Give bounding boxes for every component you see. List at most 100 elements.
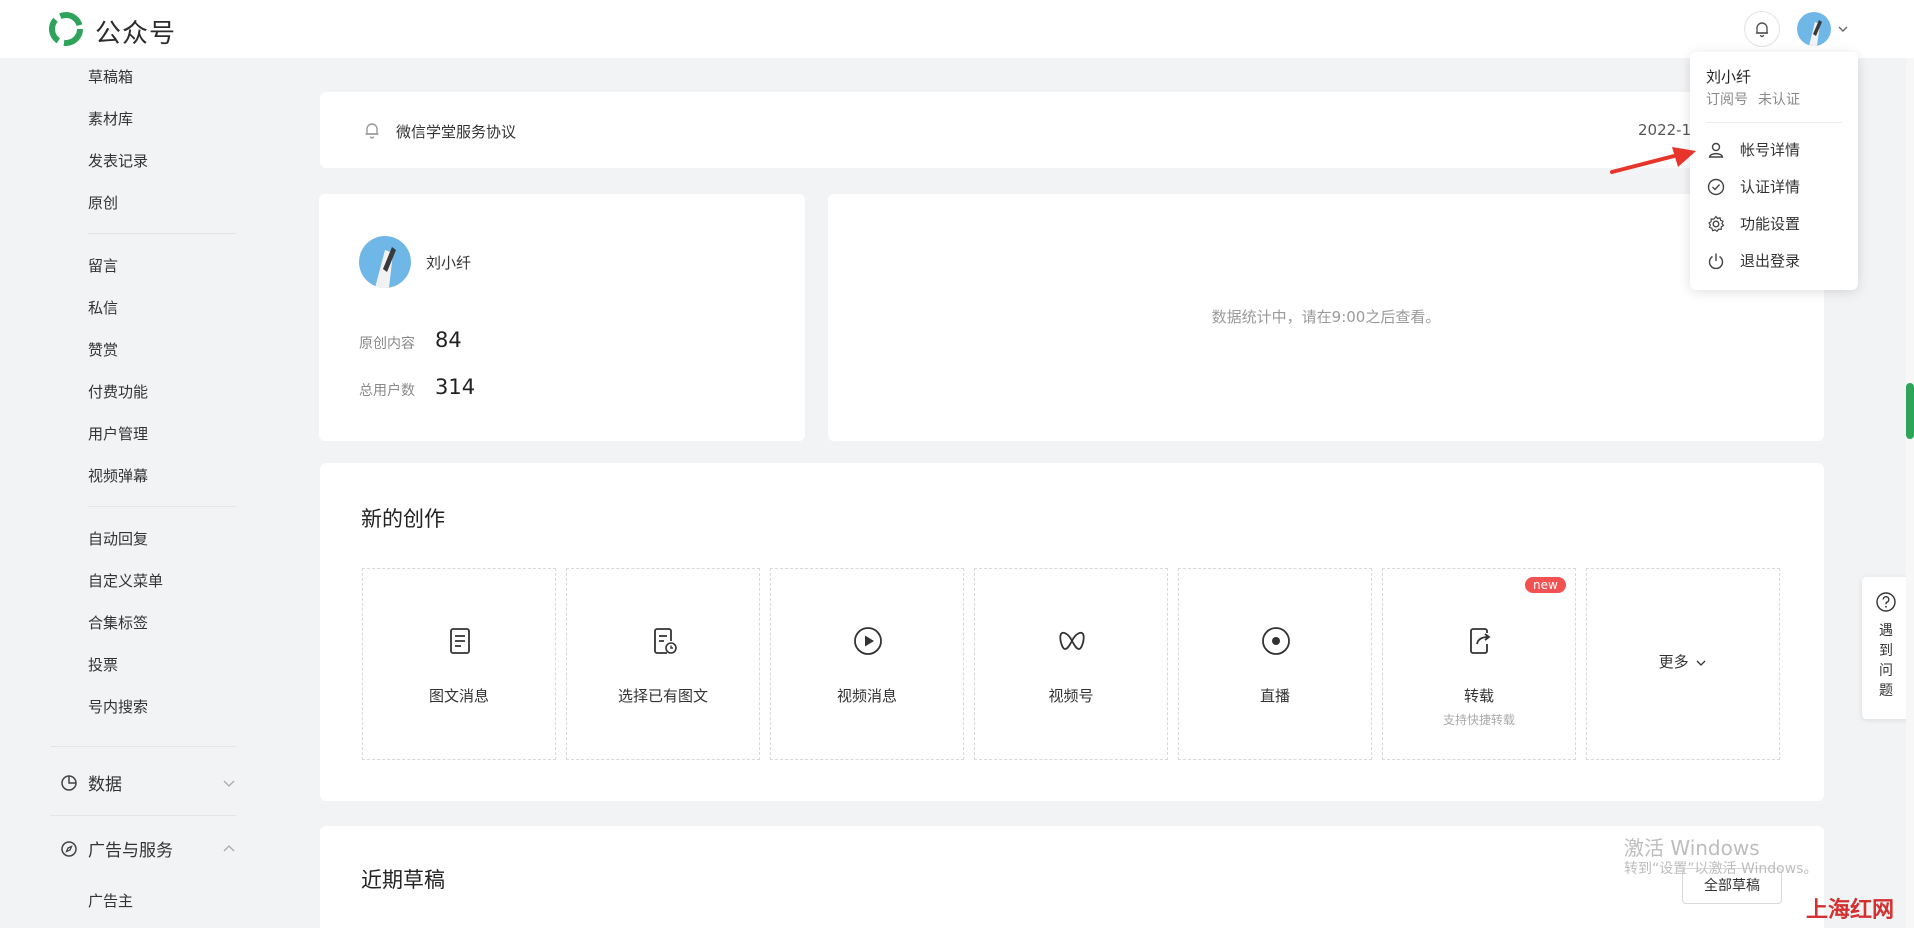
sidebar-section-label: 广告与服务 — [88, 841, 173, 861]
chevron-up-icon — [223, 844, 235, 851]
total-users-label: 总用户数 — [359, 383, 415, 399]
account-avatar[interactable] — [1797, 12, 1831, 46]
bell-icon — [1756, 22, 1768, 38]
wechat-official-logo-icon[interactable] — [48, 11, 84, 47]
sidebar-item-comments[interactable]: 留言 — [88, 255, 118, 276]
sidebar-section-data[interactable]: 数据 — [60, 770, 236, 795]
tile-label: 视频号 — [1048, 687, 1094, 705]
gear-icon — [1708, 215, 1725, 232]
menu-item-label: 帐号详情 — [1740, 141, 1801, 159]
tile-label: 选择已有图文 — [617, 687, 708, 705]
sidebar: 草稿箱 素材库 发表记录 原创 留言 私信 赞赏 付费功能 用户管理 视频弹幕 … — [0, 58, 290, 928]
new-badge: new — [1525, 577, 1566, 593]
sidebar-item-advertiser[interactable]: 广告主 — [88, 890, 133, 911]
annotation-arrow-icon — [1610, 147, 1696, 174]
sidebar-item-in-account-search[interactable]: 号内搜索 — [88, 696, 148, 717]
tile-label: 直播 — [1259, 687, 1290, 705]
brand-title: 公众号 — [95, 19, 177, 49]
original-content-value: 84 — [435, 328, 462, 352]
sidebar-item-auto-reply[interactable]: 自动回复 — [88, 528, 148, 549]
new-creation-card: 新的创作 图文消息 选择已有图文 视频消息 视频号 直播 new 转载 支持快捷… — [320, 463, 1824, 801]
share-out-icon — [1470, 628, 1491, 654]
dropdown-account-type: 订阅号 未认证 — [1706, 89, 1800, 109]
user-icon — [1708, 142, 1724, 158]
tile-label: 视频消息 — [836, 687, 897, 705]
menu-item-account-details[interactable]: 帐号详情 — [1706, 139, 1800, 160]
check-circle-icon — [1707, 178, 1725, 195]
sidebar-item-publish-records[interactable]: 发表记录 — [88, 150, 148, 171]
menu-item-label: 认证详情 — [1740, 178, 1801, 196]
account-name: 刘小纤 — [426, 254, 472, 272]
help-label: 遇到问题 — [1879, 623, 1893, 699]
sidebar-divider — [88, 506, 236, 507]
sidebar-divider — [88, 233, 236, 234]
stats-card: 数据统计中，请在9:00之后查看。 — [828, 194, 1824, 441]
more-label: 更多 — [1587, 651, 1779, 672]
section-title: 新的创作 — [361, 507, 445, 531]
sidebar-item-paid-features[interactable]: 付费功能 — [88, 381, 148, 402]
sidebar-item-collection-tags[interactable]: 合集标签 — [88, 612, 148, 633]
site-watermark: 上海红网 — [1806, 898, 1895, 923]
menu-item-label: 退出登录 — [1740, 252, 1801, 270]
notice-card[interactable]: 微信学堂服务协议 2022-11 — [320, 92, 1824, 168]
notice-text[interactable]: 微信学堂服务协议 — [396, 121, 516, 142]
stats-pending-message: 数据统计中，请在9:00之后查看。 — [1211, 308, 1441, 326]
question-circle-icon — [1876, 592, 1896, 612]
live-dot-icon — [1262, 627, 1290, 655]
sidebar-item-vote[interactable]: 投票 — [88, 654, 118, 675]
create-tile-existing-article[interactable]: 选择已有图文 — [566, 568, 760, 760]
profile-card: 刘小纤 原创内容 84 总用户数 314 — [319, 194, 805, 441]
notification-button[interactable] — [1744, 11, 1780, 47]
document-clock-icon — [654, 628, 677, 654]
recent-drafts-card: 近期草稿 全部草稿 — [320, 826, 1824, 928]
windows-activation-hint: 转到“设置”以激活 Windows。 — [1624, 861, 1818, 877]
channels-icon — [1059, 631, 1085, 650]
help-float-button[interactable]: 遇到问题 — [1862, 577, 1910, 719]
chevron-down-icon — [223, 780, 235, 787]
scrollbar-track[interactable] — [1906, 58, 1914, 928]
sidebar-item-user-management[interactable]: 用户管理 — [88, 423, 148, 444]
chevron-down-icon — [1696, 660, 1706, 666]
account-dropdown-menu: 刘小纤 订阅号 未认证 帐号详情 认证详情 功能设置 退出登录 — [1690, 52, 1858, 290]
create-tile-channels[interactable]: 视频号 — [974, 568, 1168, 760]
avatar — [359, 236, 411, 288]
sidebar-item-rewards[interactable]: 赞赏 — [88, 339, 118, 360]
verification-status: 未认证 — [1758, 92, 1800, 108]
create-tile-article[interactable]: 图文消息 — [362, 568, 556, 760]
top-bar: 公众号 — [0, 0, 1914, 58]
menu-item-label: 功能设置 — [1740, 215, 1801, 233]
total-users-value: 314 — [435, 375, 476, 399]
pie-chart-icon — [61, 774, 77, 791]
tile-label: 图文消息 — [428, 687, 489, 705]
dropdown-divider — [1706, 122, 1842, 123]
create-tile-more[interactable]: 更多 — [1586, 568, 1780, 760]
sidebar-item-original[interactable]: 原创 — [88, 192, 118, 213]
sidebar-item-custom-menu[interactable]: 自定义菜单 — [88, 570, 163, 591]
sidebar-item-video-danmaku[interactable]: 视频弹幕 — [88, 465, 148, 486]
section-title: 近期草稿 — [361, 868, 445, 892]
scrollbar-thumb[interactable] — [1906, 383, 1914, 439]
compass-icon — [61, 840, 77, 857]
menu-item-logout[interactable]: 退出登录 — [1706, 250, 1800, 271]
sidebar-section-label: 数据 — [88, 775, 122, 795]
sidebar-divider — [50, 815, 236, 816]
windows-activation-watermark: 激活 Windows — [1624, 836, 1760, 860]
chevron-down-icon[interactable] — [1836, 22, 1850, 36]
sidebar-item-drafts[interactable]: 草稿箱 — [88, 66, 133, 87]
create-tile-video[interactable]: 视频消息 — [770, 568, 964, 760]
tile-label: 转载 — [1463, 687, 1494, 705]
original-content-label: 原创内容 — [359, 336, 415, 352]
sidebar-section-ads-services[interactable]: 广告与服务 — [60, 836, 236, 861]
play-circle-icon — [854, 627, 882, 655]
create-tile-live[interactable]: 直播 — [1178, 568, 1372, 760]
account-type: 订阅号 — [1706, 92, 1748, 108]
menu-item-feature-settings[interactable]: 功能设置 — [1706, 213, 1800, 234]
document-icon — [450, 628, 470, 654]
create-tile-repost[interactable]: new 转载 支持快捷转载 — [1382, 568, 1576, 760]
sidebar-item-materials[interactable]: 素材库 — [88, 108, 133, 129]
sidebar-item-messages[interactable]: 私信 — [88, 297, 118, 318]
sidebar-divider — [50, 746, 236, 747]
power-icon — [1708, 253, 1724, 269]
menu-item-verification-details[interactable]: 认证详情 — [1706, 176, 1800, 197]
bell-icon — [365, 123, 379, 139]
